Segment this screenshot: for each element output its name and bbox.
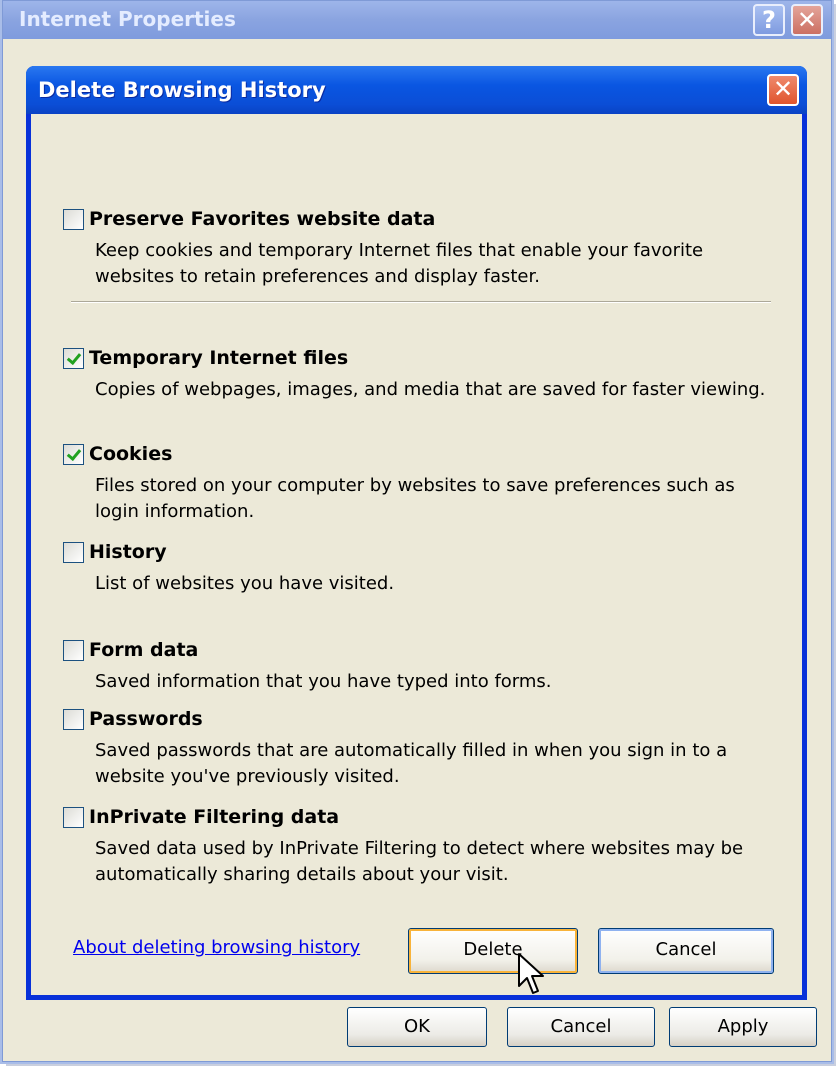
delete-button[interactable]: Delete (408, 928, 578, 974)
cookies-checkbox[interactable] (63, 443, 84, 465)
history-checkbox[interactable] (63, 541, 84, 563)
option-passwords: Passwords Saved passwords that are autom… (63, 706, 773, 790)
option-cookies: Cookies Files stored on your computer by… (63, 441, 773, 525)
option-inprivate-filtering: InPrivate Filtering data Saved data used… (63, 804, 773, 888)
option-label[interactable]: Temporary Internet files (89, 347, 348, 369)
option-label[interactable]: Cookies (89, 443, 172, 465)
option-label[interactable]: Preserve Favorites website data (89, 208, 435, 230)
option-description: Keep cookies and temporary Internet file… (95, 240, 704, 287)
outer-cancel-button[interactable]: Cancel (507, 1007, 655, 1047)
dialog-close-icon[interactable]: ✕ (767, 74, 799, 106)
ok-button[interactable]: OK (347, 1007, 487, 1047)
form-data-checkbox[interactable] (63, 639, 84, 661)
outer-window-title: Internet Properties (19, 7, 236, 31)
mouse-pointer-icon (518, 953, 544, 994)
preserve-favorites-checkbox[interactable] (63, 208, 84, 230)
option-label[interactable]: Form data (89, 639, 198, 661)
about-deleting-history-link[interactable]: About deleting browsing history (73, 937, 360, 958)
option-preserve-favorites: Preserve Favorites website data Keep coo… (63, 206, 773, 290)
temporary-internet-files-checkbox[interactable] (63, 347, 84, 369)
dialog-body: Preserve Favorites website data Keep coo… (31, 114, 802, 995)
inprivate-filtering-checkbox[interactable] (63, 806, 84, 828)
option-description: List of websites you have visited. (95, 573, 395, 594)
apply-button[interactable]: Apply (669, 1007, 817, 1047)
option-label[interactable]: Passwords (89, 708, 203, 730)
option-description: Saved information that you have typed in… (95, 671, 552, 692)
delete-browsing-history-dialog: Delete Browsing History ✕ Preserve Favor… (26, 66, 807, 1000)
cancel-button[interactable]: Cancel (598, 928, 774, 974)
option-description: Copies of webpages, images, and media th… (95, 379, 766, 400)
help-icon[interactable]: ? (753, 4, 785, 36)
option-form-data: Form data Saved information that you hav… (63, 637, 773, 695)
option-label[interactable]: History (89, 541, 167, 563)
option-description: Saved passwords that are automatically f… (95, 740, 728, 787)
option-history: History List of websites you have visite… (63, 539, 773, 597)
outer-title-bar: Internet Properties ? ✕ (3, 1, 831, 39)
option-temporary-internet-files: Temporary Internet files Copies of webpa… (63, 345, 773, 403)
dialog-title-bar: Delete Browsing History ✕ (26, 66, 807, 114)
outer-close-icon[interactable]: ✕ (791, 4, 823, 36)
passwords-checkbox[interactable] (63, 708, 84, 730)
separator (71, 301, 771, 303)
option-description: Files stored on your computer by website… (95, 475, 735, 522)
option-description: Saved data used by InPrivate Filtering t… (95, 838, 744, 885)
option-label[interactable]: InPrivate Filtering data (89, 806, 339, 828)
dialog-title: Delete Browsing History (38, 78, 326, 102)
